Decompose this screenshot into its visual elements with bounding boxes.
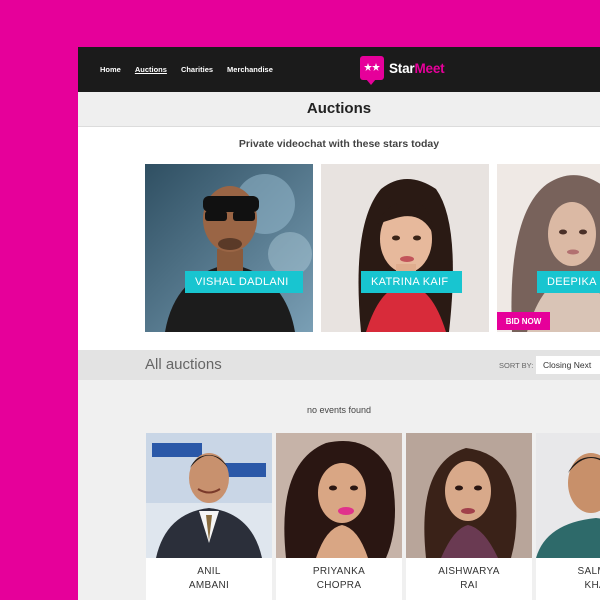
celebrity-photo	[497, 164, 600, 332]
logo-text: StarMeet	[389, 60, 445, 76]
featured-card-deepika[interactable]: DEEPIKA PADUKONE BID NOW	[497, 164, 600, 332]
nav-merchandise[interactable]: Merchandise	[227, 65, 273, 74]
sort-select[interactable]: Closing Next	[536, 356, 600, 374]
celebrity-photo	[321, 164, 489, 332]
featured-subtitle: Private videochat with these stars today	[238, 138, 440, 150]
featured-card-vishal[interactable]: VISHAL DADLANI	[145, 164, 313, 332]
person-first-name: PRIYANKA	[312, 566, 366, 577]
person-last-name: AMBANI	[188, 580, 230, 591]
sort-by-label: SORT BY:	[499, 361, 534, 370]
nav-charities[interactable]: Charities	[181, 65, 213, 74]
starmeet-logo[interactable]: StarMeet	[360, 56, 445, 85]
title-band: Auctions	[78, 92, 600, 127]
person-name: ANIL AMBANI	[146, 565, 272, 593]
featured-section: Private videochat with these stars today	[78, 127, 600, 350]
person-name: AISHWARYA RAI	[406, 565, 532, 593]
featured-card-katrina[interactable]: KATRINA KAIF	[321, 164, 489, 332]
person-card-priyanka[interactable]: PRIYANKA CHOPRA	[276, 433, 402, 600]
empty-state-text: no events found	[306, 405, 372, 415]
person-card-aishwarya[interactable]: AISHWARYA RAI	[406, 433, 532, 600]
nav-auctions[interactable]: Auctions	[135, 65, 167, 74]
celebrity-photo	[145, 164, 313, 332]
person-photo	[276, 433, 402, 558]
all-auctions-heading: All auctions	[145, 356, 222, 373]
nav-links: Home Auctions Charities Merchandise	[100, 47, 273, 92]
person-last-name: CHOPRA	[316, 580, 362, 591]
person-photo	[406, 433, 532, 558]
bid-now-button[interactable]: BID NOW	[497, 312, 550, 330]
person-photo	[146, 433, 272, 558]
person-first-name: AISHWARYA	[438, 566, 500, 577]
featured-name-label: DEEPIKA PADUKONE	[537, 271, 600, 293]
nav-home[interactable]: Home	[100, 65, 121, 74]
person-name: SALMAN KHAN	[536, 565, 600, 593]
chat-bubble-stars-icon	[360, 56, 384, 85]
person-last-name: RAI	[460, 580, 478, 591]
person-photo	[536, 433, 600, 558]
logo-text-star: Star	[389, 60, 415, 76]
person-card-anil[interactable]: ANIL AMBANI	[146, 433, 272, 600]
page-title: Auctions	[306, 100, 372, 117]
person-card-salman[interactable]: SALMAN KHAN	[536, 433, 600, 600]
person-last-name: KHAN	[584, 580, 600, 591]
featured-name-label: KATRINA KAIF	[361, 271, 463, 293]
stars-glyph	[364, 63, 380, 71]
logo-text-meet: Meet	[414, 60, 445, 76]
featured-name-label: VISHAL DADLANI	[185, 271, 303, 293]
person-name: PRIYANKA CHOPRA	[276, 565, 402, 593]
person-first-name: SALMAN	[577, 566, 600, 577]
top-nav: Home Auctions Charities Merchandise Star…	[78, 47, 600, 92]
all-auctions-bar: All auctions SORT BY: Closing Next	[78, 350, 600, 380]
browser-page: Home Auctions Charities Merchandise Star…	[78, 47, 600, 600]
person-first-name: ANIL	[197, 566, 221, 577]
